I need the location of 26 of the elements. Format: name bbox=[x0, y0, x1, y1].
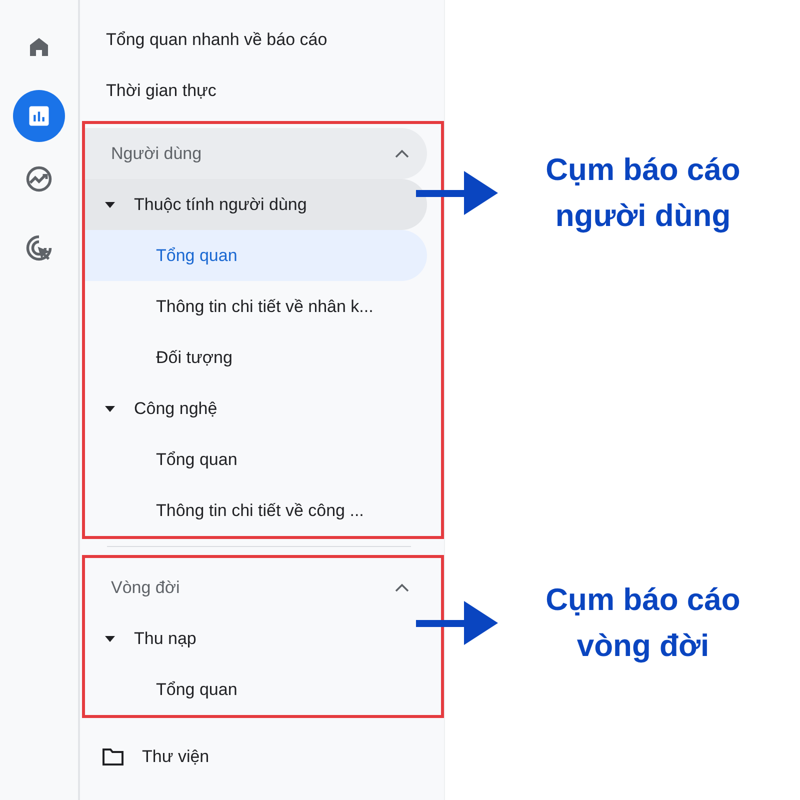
home-icon bbox=[27, 35, 51, 59]
rail-button[interactable] bbox=[13, 90, 65, 142]
nav-item[interactable]: Tổng quan nhanh về báo cáo bbox=[80, 14, 427, 65]
caret-icon bbox=[105, 636, 115, 642]
section-header[interactable]: Người dùng bbox=[85, 128, 427, 179]
section-header[interactable]: Vòng đời bbox=[85, 562, 427, 613]
chevron-up-icon bbox=[395, 583, 409, 592]
nav-item[interactable]: Tổng quan bbox=[85, 664, 427, 715]
nav-item[interactable]: Đối tượng bbox=[85, 332, 427, 383]
annotation-text: Cụm báo cáo người dùng bbox=[544, 151, 742, 235]
nav-group[interactable]: Thu nạp bbox=[85, 613, 427, 664]
trend-circle-icon bbox=[24, 164, 54, 194]
caret-icon bbox=[105, 406, 115, 412]
nav-item[interactable]: Thông tin chi tiết về công ... bbox=[85, 485, 427, 536]
cursor-target-icon bbox=[24, 233, 54, 263]
caret-icon bbox=[105, 202, 115, 208]
nav-group[interactable]: Thuộc tính người dùng bbox=[85, 179, 427, 230]
nav-item[interactable]: Thời gian thực bbox=[80, 65, 427, 116]
nav-group[interactable]: Công nghệ bbox=[85, 383, 427, 434]
library-item[interactable]: Thư viện bbox=[80, 731, 427, 782]
chevron-up-icon bbox=[395, 149, 409, 158]
nav-item[interactable]: Thông tin chi tiết về nhân k... bbox=[85, 281, 427, 332]
annotation-text: Cụm báo cáo vòng đời bbox=[544, 581, 742, 665]
nav-item[interactable]: Tổng quan bbox=[85, 434, 427, 485]
folder-icon bbox=[102, 748, 124, 766]
nav-item[interactable]: Tổng quan bbox=[85, 230, 427, 281]
